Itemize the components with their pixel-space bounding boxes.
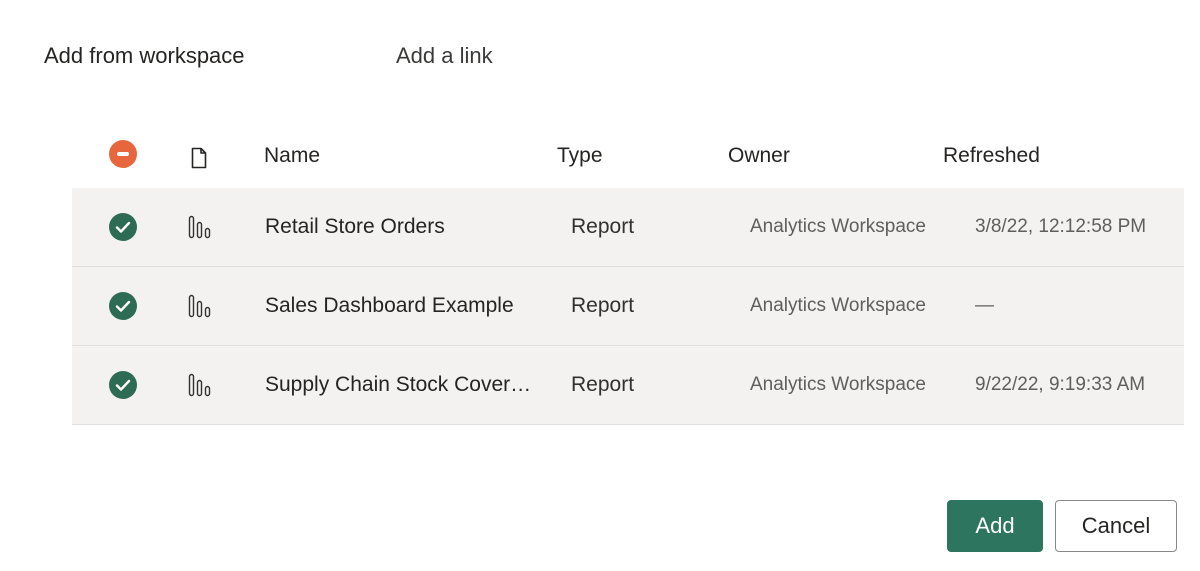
row-owner: Analytics Workspace [750, 295, 926, 316]
checkmark-circle-icon[interactable] [109, 292, 137, 320]
table-row[interactable]: Sales Dashboard Example Report Analytics… [72, 267, 1184, 346]
row-name: Sales Dashboard Example [265, 294, 514, 317]
column-header-type[interactable]: Type [557, 142, 603, 170]
document-icon [191, 147, 207, 169]
row-refreshed: — [975, 295, 994, 316]
bar-chart-icon [188, 215, 211, 239]
row-refreshed: 3/8/22, 12:12:58 PM [975, 216, 1147, 237]
add-button[interactable]: Add [947, 500, 1043, 552]
column-header-name[interactable]: Name [264, 142, 320, 170]
content-table: Name Type Owner Refreshed Retail Store O… [72, 130, 1184, 425]
row-refreshed: 9/22/22, 9:19:33 AM [975, 374, 1146, 395]
tab-add-a-link[interactable]: Add a link [396, 38, 493, 74]
column-header-owner[interactable]: Owner [728, 142, 790, 170]
table-header: Name Type Owner Refreshed [72, 130, 1184, 188]
table-row[interactable]: Supply Chain Stock Cover… Report Analyti… [72, 346, 1184, 425]
column-header-refreshed[interactable]: Refreshed [943, 142, 1040, 170]
row-name: Retail Store Orders [265, 215, 445, 238]
row-type: Report [571, 294, 635, 317]
deselect-all-icon[interactable] [109, 140, 137, 168]
row-name: Supply Chain Stock Cover… [265, 373, 532, 396]
row-owner: Analytics Workspace [750, 374, 926, 395]
tab-add-from-workspace[interactable]: Add from workspace [44, 38, 245, 74]
bar-chart-icon [188, 294, 211, 318]
row-type: Report [571, 215, 635, 238]
row-owner: Analytics Workspace [750, 216, 926, 237]
bar-chart-icon [188, 373, 211, 397]
checkmark-circle-icon[interactable] [109, 371, 137, 399]
checkmark-circle-icon[interactable] [109, 213, 137, 241]
row-type: Report [571, 373, 635, 396]
cancel-button[interactable]: Cancel [1055, 500, 1177, 552]
table-row[interactable]: Retail Store Orders Report Analytics Wor… [72, 188, 1184, 267]
